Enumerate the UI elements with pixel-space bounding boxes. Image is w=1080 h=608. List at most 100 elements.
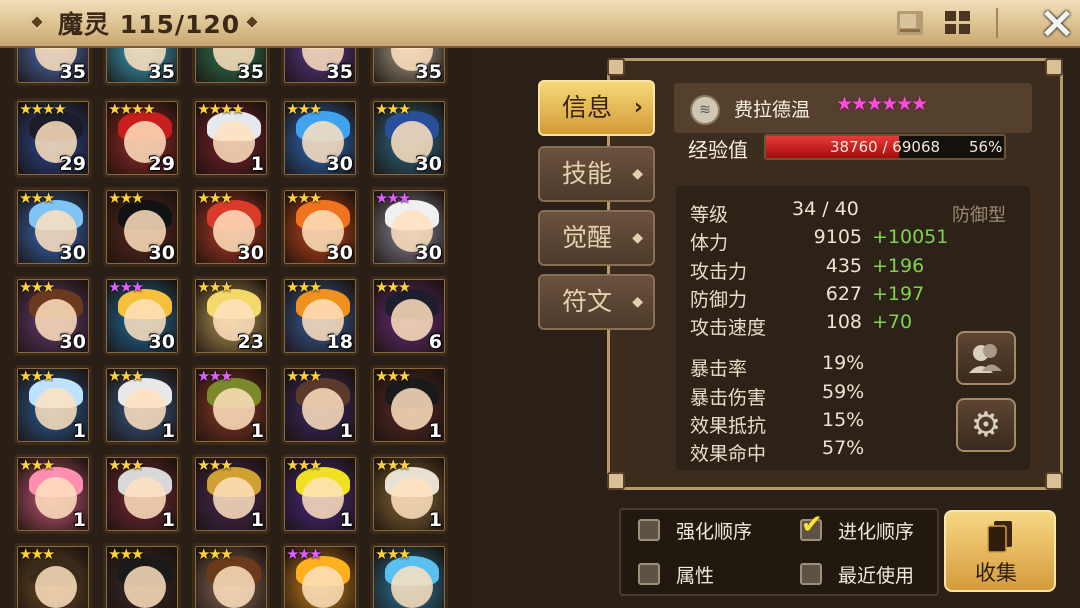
exp-percent: 56% [969,138,1003,156]
gear-icon: ⚙ [970,405,1002,445]
monster-card-stars: ★★★ [286,545,322,563]
monster-card-level: 30 [326,153,353,175]
monster-card[interactable]: ★★★ 30 [14,276,92,356]
checkmark-icon: ✔ [801,510,823,540]
monster-card-level: 35 [415,61,442,83]
monster-card[interactable]: 35 [370,48,448,86]
monster-card[interactable]: ★★★ 30 [370,187,448,267]
stat-bonus-hp: +10051 [872,226,949,248]
monster-card[interactable]: ★★★ 1 [192,365,270,445]
monster-card[interactable]: ★★★★ 1 [192,98,270,178]
monster-card[interactable]: ★★★ [281,543,359,608]
stat-label-speed: 攻击速度 [690,317,767,339]
monster-card-stars: ★★★ [108,545,144,563]
monster-card[interactable]: ★★★★ 29 [103,98,181,178]
monster-card-stars: ★★★ [19,278,55,296]
sort-by-power-label[interactable]: 强化顺序 [676,517,752,544]
stat-label-accuracy: 效果命中 [690,443,767,465]
monster-card[interactable]: ★★★ 30 [281,187,359,267]
monster-card-stars: ★★★ [108,367,144,385]
monster-card[interactable]: ★★★ 30 [281,98,359,178]
monster-card[interactable]: ★★★ 30 [14,187,92,267]
monster-card-level: 29 [148,153,175,175]
monster-card-level: 18 [326,331,353,353]
monster-card[interactable]: ★★★ 6 [370,276,448,356]
monster-card[interactable]: ★★★ 30 [370,98,448,178]
sort-by-evolution-label[interactable]: 进化顺序 [838,517,914,544]
tab-skills[interactable]: 技能 ◆ [538,146,655,202]
monster-card[interactable]: ★★★★ 29 [14,98,92,178]
monster-card[interactable]: ★★★ [370,543,448,608]
stat-label-crit-rate: 暴击率 [690,358,748,380]
monster-card[interactable]: ★★★ 30 [103,187,181,267]
monster-card[interactable]: ★★★ 1 [14,365,92,445]
monster-card[interactable]: ★★★ 1 [103,454,181,534]
monster-card[interactable]: ★★★ 1 [281,365,359,445]
monster-card[interactable]: 35 [281,48,359,86]
monster-card-stars: ★★★ [375,456,411,474]
monster-card-level: 1 [428,509,442,531]
monster-card-level: 1 [339,509,353,531]
monster-card[interactable]: ★★★ 23 [192,276,270,356]
monster-card[interactable]: ★★★ [103,543,181,608]
monster-card[interactable]: ★★★ 30 [192,187,270,267]
monster-card[interactable]: ★★★ 1 [192,454,270,534]
tab-runes[interactable]: 符文 ◆ [538,274,655,330]
sort-by-recent-label[interactable]: 最近使用 [838,561,914,588]
monster-portrait [124,388,166,430]
monster-card-level: 35 [59,61,86,83]
monster-card-level: 1 [72,509,86,531]
monster-card[interactable]: ★★★ [192,543,270,608]
tab-awaken[interactable]: 觉醒 ◆ [538,210,655,266]
monster-card-stars: ★★★★ [108,100,156,118]
monster-portrait [213,121,255,163]
stat-value-crit-damage: 59% [822,381,865,403]
monster-card[interactable]: ★★★ 1 [14,454,92,534]
monster-card[interactable]: ★★★ 1 [103,365,181,445]
monster-card-stars: ★★★ [108,278,144,296]
close-icon[interactable]: × [1038,1,1076,45]
monster-card-level: 35 [148,61,175,83]
monster-card-level: 1 [72,420,86,442]
monster-card-level: 30 [59,331,86,353]
tab-info[interactable]: 信息 › [538,80,655,136]
monster-portrait [302,388,344,430]
monster-card[interactable]: 35 [103,48,181,86]
list-view-icon[interactable] [896,10,924,36]
monster-card-level: 30 [148,331,175,353]
monster-card[interactable]: 35 [192,48,270,86]
monster-card-stars: ★★★ [19,367,55,385]
panel-corner-ornament [607,58,625,76]
monster-portrait [391,477,433,519]
monster-card[interactable]: 35 [14,48,92,86]
stat-label-hp: 体力 [690,232,729,254]
monster-card[interactable]: ★★★ 1 [370,454,448,534]
stat-value-speed: 108 [825,311,862,333]
monster-card[interactable]: ★★★ [14,543,92,608]
monster-card-stars: ★★★ [375,278,411,296]
sort-by-attribute-label[interactable]: 属性 [676,561,714,588]
monster-card-level: 30 [59,242,86,264]
stat-value-resistance: 15% [822,409,865,431]
stat-value-accuracy: 57% [822,437,865,459]
stat-value-defense: 627 [825,283,862,305]
settings-button[interactable]: ⚙ [956,398,1016,452]
profile-button[interactable] [956,331,1016,385]
sort-by-power-checkbox[interactable] [638,519,660,541]
grid-view-icon[interactable] [944,10,972,36]
monster-card[interactable]: ★★★ 18 [281,276,359,356]
stat-value-hp: 9105 [813,226,862,248]
monster-card-stars: ★★★ [375,189,411,207]
monster-portrait [213,566,255,608]
monster-card[interactable]: ★★★ 1 [281,454,359,534]
wind-element-icon: ≋ [690,95,720,125]
sort-by-attribute-checkbox[interactable] [638,563,660,585]
monster-card-level: 1 [161,420,175,442]
monster-portrait [213,477,255,519]
monster-card[interactable]: ★★★ 1 [370,365,448,445]
sort-by-recent-checkbox[interactable] [800,563,822,585]
monster-card[interactable]: ★★★ 30 [103,276,181,356]
panel-corner-ornament [1045,58,1063,76]
stat-label-level: 等级 [690,204,729,226]
exp-label: 经验值 [688,138,748,162]
